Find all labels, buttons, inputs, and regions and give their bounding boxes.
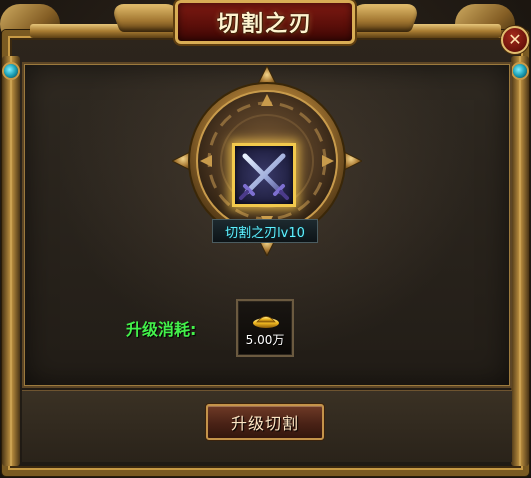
gem-ornament-icon [513, 64, 527, 78]
upgrade-button[interactable]: 升级切割 [206, 404, 324, 440]
skill-upgrade-window: 切割之刃 ✕ 切割之刃lv10 升级消耗: 5.00万 升级切割 [0, 0, 531, 478]
upgrade-button-label: 升级切割 [230, 414, 299, 433]
window-title: 切割之刃 [216, 11, 313, 37]
title-plaque: 切割之刃 [175, 0, 355, 44]
frame-pillar-left [2, 56, 20, 466]
cost-amount: 5.00万 [245, 333, 285, 347]
skill-name-plate: 切割之刃lv10 [212, 219, 318, 243]
gem-ornament-icon [4, 64, 18, 78]
skill-name: 切割之刃lv10 [225, 225, 305, 241]
crossed-swords-icon [239, 153, 289, 200]
skill-icon-slot[interactable] [232, 143, 296, 207]
cost-item-slot[interactable]: 5.00万 [236, 299, 294, 357]
close-button[interactable]: ✕ [501, 26, 529, 54]
gold-ingot-icon [253, 316, 279, 328]
upgrade-cost-label: 升级消耗: [126, 320, 197, 339]
close-icon: ✕ [508, 30, 522, 49]
frame-pillar-right [511, 56, 529, 466]
